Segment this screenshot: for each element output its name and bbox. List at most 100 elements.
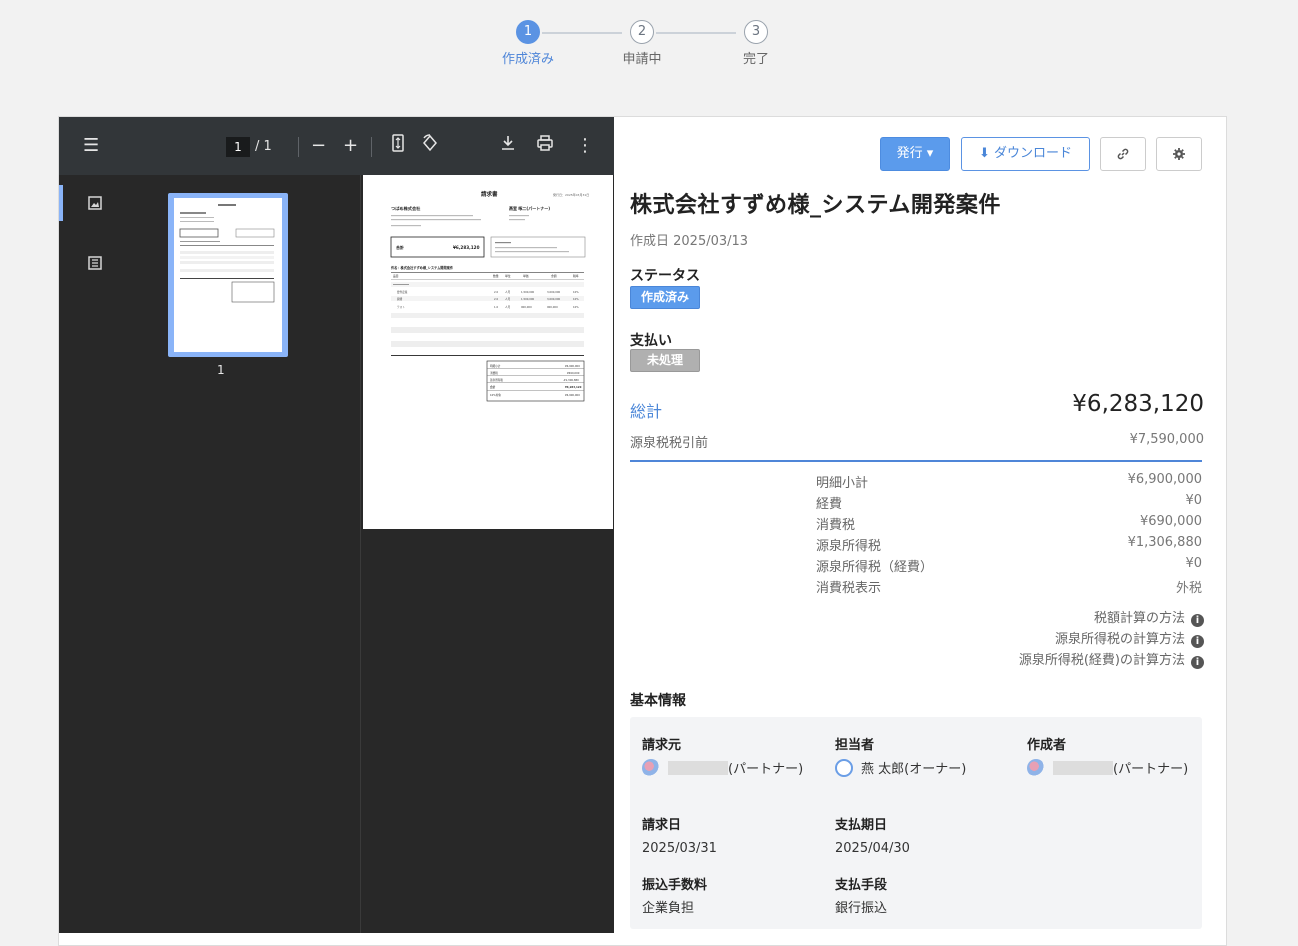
divider bbox=[630, 460, 1202, 462]
tax-calc-help-link[interactable]: 税額計算の方法 i bbox=[1094, 607, 1204, 627]
page-total: / 1 bbox=[255, 137, 272, 157]
print-icon[interactable] bbox=[536, 134, 554, 159]
pdf-issue-date: 発行日：2025年03月31日 bbox=[553, 192, 589, 197]
pdf-summary-value: ¥6,900,000 bbox=[565, 364, 580, 368]
selected-indicator bbox=[59, 185, 63, 221]
pdf-company: つばめ株式会社 bbox=[391, 205, 421, 212]
settings-button[interactable] bbox=[1156, 137, 1202, 171]
withholding-calc-help-link[interactable]: 源泉所得税の計算方法 i bbox=[1055, 628, 1204, 648]
pdf-total-label: 合計 bbox=[396, 244, 404, 250]
breakdown-label: 消費税表示 bbox=[816, 577, 881, 596]
page-number-input[interactable]: 1 bbox=[226, 137, 250, 157]
pdf-doc-title: 請求書 bbox=[481, 190, 498, 198]
avatar bbox=[1027, 759, 1045, 777]
step-label: 作成済み bbox=[488, 48, 568, 67]
breakdown-label: 経費 bbox=[816, 493, 842, 512]
pdf-col-price: 単価 bbox=[523, 274, 529, 278]
pdf-row-item: 要件定義 bbox=[397, 290, 408, 294]
pdf-row-item: 開発 bbox=[397, 297, 403, 301]
status-heading: ステータス bbox=[630, 265, 700, 285]
created-date: 作成日 2025/03/13 bbox=[630, 230, 748, 249]
rotate-icon[interactable] bbox=[421, 134, 439, 159]
zoom-out-icon[interactable]: − bbox=[311, 134, 326, 158]
step-created: 1 作成済み bbox=[488, 20, 568, 67]
breakdown-value: ¥0 bbox=[1185, 556, 1202, 571]
pdf-toolbar: ☰ 1 / 1 − + ⋮ bbox=[59, 117, 614, 175]
download-icon[interactable] bbox=[500, 134, 516, 159]
issue-button[interactable]: 発行 ▾ bbox=[880, 137, 950, 171]
breakdown-value: ¥6,900,000 bbox=[1128, 472, 1202, 487]
pdf-summary-value: ¥6,900,000 bbox=[565, 393, 580, 397]
pre-withholding-value: ¥7,590,000 bbox=[1130, 432, 1204, 447]
step-number: 3 bbox=[744, 20, 768, 44]
help-label: 源泉所得税(経費)の計算方法 bbox=[1019, 653, 1185, 668]
breakdown-value: ¥1,306,880 bbox=[1128, 535, 1202, 550]
breakdown-row: 消費税表示 外税 bbox=[816, 577, 1202, 598]
pdf-summary-value: -¥1,306,880 bbox=[563, 378, 579, 382]
pdf-col-amount: 金額 bbox=[551, 274, 557, 278]
pdf-summary-value: ¥6,283,120 bbox=[565, 385, 582, 389]
pdf-row-tax: 10% bbox=[573, 290, 579, 294]
progress-stepper: 1 作成済み 2 申請中 3 完了 bbox=[0, 0, 1298, 80]
thumbnails-icon[interactable] bbox=[85, 195, 105, 215]
menu-icon[interactable]: ☰ bbox=[83, 134, 99, 158]
pdf-row-qty: 2.0 bbox=[494, 290, 498, 294]
breakdown-row: 経費 ¥0 bbox=[816, 493, 1202, 514]
avatar bbox=[642, 759, 660, 777]
field-value: 企業負担 bbox=[642, 899, 812, 919]
withholding-expense-help-link[interactable]: 源泉所得税(経費)の計算方法 i bbox=[1019, 649, 1204, 669]
help-label: 税額計算の方法 bbox=[1094, 611, 1185, 626]
download-icon: ⬇ bbox=[979, 146, 990, 161]
assignee-name: 燕 太郎(オーナー) bbox=[861, 762, 966, 777]
basic-info-panel: 請求元 (パートナー) 担当者 燕 太郎(オーナー) 作成者 (パートナー) 請… bbox=[630, 717, 1202, 929]
assignee: 担当者 燕 太郎(オーナー) bbox=[835, 734, 1005, 780]
payment-badge: 未処理 bbox=[630, 349, 700, 372]
breakdown-label: 消費税 bbox=[816, 514, 855, 533]
field-label: 支払期日 bbox=[835, 814, 1005, 833]
zoom-in-icon[interactable]: + bbox=[343, 134, 358, 158]
billing-from: 請求元 (パートナー) bbox=[642, 734, 812, 780]
creator: 作成者 (パートナー) bbox=[1027, 734, 1197, 780]
pdf-summary-label: 明細小計 bbox=[490, 364, 501, 368]
thumbnail-sidebar: 1 bbox=[59, 175, 361, 933]
pdf-row-amount: 3,000,000 bbox=[547, 297, 561, 301]
invoice-title: 株式会社すずめ様_システム開発案件 bbox=[630, 187, 1001, 219]
field-label: 請求日 bbox=[642, 814, 812, 833]
info-icon: i bbox=[1191, 635, 1204, 648]
field-label: 支払手段 bbox=[835, 874, 1005, 893]
field-value: 燕 太郎(オーナー) bbox=[835, 759, 1005, 780]
fit-page-icon[interactable] bbox=[391, 134, 405, 159]
pdf-summary-label: 10%対象 bbox=[490, 393, 501, 397]
breakdown-row: 源泉所得税 ¥1,306,880 bbox=[816, 535, 1202, 556]
download-button[interactable]: ⬇ ダウンロード bbox=[961, 137, 1090, 171]
info-icon: i bbox=[1191, 656, 1204, 669]
info-icon: i bbox=[1191, 614, 1204, 627]
help-label: 源泉所得税の計算方法 bbox=[1055, 632, 1185, 647]
breakdown-label: 明細小計 bbox=[816, 472, 868, 491]
pdf-total-value: ¥6,283,120 bbox=[453, 245, 480, 250]
pdf-summary-label: 源泉所得税 bbox=[490, 378, 503, 382]
pdf-row-price: 1,500,000 bbox=[521, 290, 535, 294]
pdf-summary-value: ¥690,000 bbox=[567, 371, 580, 375]
thumbnail-page-number: 1 bbox=[217, 363, 225, 377]
page-thumbnail[interactable] bbox=[168, 193, 288, 357]
field-value: 2025/03/31 bbox=[642, 839, 812, 859]
field-value: (パートナー) bbox=[1027, 759, 1197, 780]
outline-icon[interactable] bbox=[85, 255, 105, 275]
link-button[interactable] bbox=[1100, 137, 1146, 171]
creator-role: (パートナー) bbox=[1113, 762, 1188, 777]
payment-method: 支払手段 銀行振込 bbox=[835, 874, 1005, 919]
field-value: 2025/04/30 bbox=[835, 839, 1005, 859]
breakdown-value: 外税 bbox=[1176, 577, 1202, 596]
redacted-name bbox=[668, 761, 728, 775]
pdf-row-price: 1,500,000 bbox=[521, 297, 535, 301]
toolbar-divider bbox=[371, 137, 372, 157]
payment-heading: 支払い bbox=[630, 330, 672, 350]
more-options-icon[interactable]: ⋮ bbox=[576, 134, 594, 158]
due-date: 支払期日 2025/04/30 bbox=[835, 814, 1005, 859]
avatar bbox=[835, 759, 853, 777]
step-label: 申請中 bbox=[602, 48, 682, 67]
pdf-col-qty: 数量 bbox=[493, 274, 499, 278]
redacted-name bbox=[1053, 761, 1113, 775]
field-value: 銀行振込 bbox=[835, 899, 1005, 919]
